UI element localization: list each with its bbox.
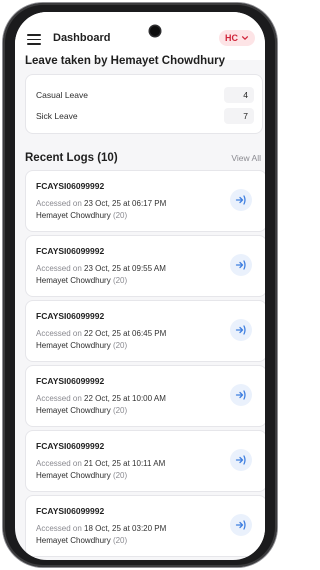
access-timestamp: 18 Oct, 25 at 03:20 PM: [84, 524, 167, 533]
device-code: FCAYSI06099992: [36, 246, 105, 256]
accessed-prefix: Accessed on: [36, 329, 85, 338]
accessed-on-text: Accessed on 23 Oct, 25 at 06:17 PM: [36, 199, 166, 208]
user-name-text: Hemayet Chowdhury (20): [36, 211, 127, 220]
leave-section-title: Leave taken by Hemayet Chowdhury: [25, 55, 226, 67]
phone-frame: Dashboard HC Leave taken by Hemayet Chow…: [3, 3, 277, 567]
accessed-on-text: Accessed on 22 Oct, 25 at 10:00 AM: [36, 394, 166, 403]
device-code: FCAYSI06099992: [36, 506, 105, 516]
leave-row-casual: Casual Leave 4: [36, 86, 254, 104]
log-card[interactable]: FCAYSI06099992 Accessed on 23 Oct, 25 at…: [25, 170, 265, 232]
user-name: Hemayet Chowdhury: [36, 341, 111, 350]
user-name-text: Hemayet Chowdhury (20): [36, 276, 127, 285]
accessed-on-text: Accessed on 21 Oct, 25 at 10:11 AM: [36, 459, 165, 468]
device-code: FCAYSI06099992: [36, 311, 105, 321]
accessed-prefix: Accessed on: [36, 524, 85, 533]
log-card[interactable]: FCAYSI06099992 Accessed on 18 Oct, 25 at…: [25, 495, 265, 557]
leave-row-sick: Sick Leave 7: [36, 107, 254, 125]
login-arrow-icon: [235, 390, 246, 400]
chevron-down-icon: [241, 36, 249, 40]
user-name: Hemayet Chowdhury: [36, 406, 111, 415]
recent-logs-title: Recent Logs (10): [25, 152, 118, 164]
log-card[interactable]: FCAYSI06099992 Accessed on 21 Oct, 25 at…: [25, 430, 265, 492]
access-timestamp: 21 Oct, 25 at 10:11 AM: [84, 459, 166, 468]
user-age: (20): [112, 471, 128, 480]
open-log-button[interactable]: [230, 384, 252, 406]
open-log-button[interactable]: [230, 189, 252, 211]
login-arrow-icon: [235, 325, 246, 335]
leave-summary-card: Casual Leave 4 Sick Leave 7: [25, 74, 263, 134]
page-title: Dashboard: [53, 32, 111, 44]
user-name: Hemayet Chowdhury: [36, 536, 111, 545]
device-code: FCAYSI06099992: [36, 441, 105, 451]
login-arrow-icon: [235, 195, 246, 205]
leave-count: 4: [224, 87, 254, 103]
accessed-prefix: Accessed on: [36, 199, 85, 208]
accessed-on-text: Accessed on 23 Oct, 25 at 09:55 AM: [36, 264, 166, 273]
user-age: (20): [112, 536, 128, 545]
leave-count: 7: [224, 108, 254, 124]
user-name-text: Hemayet Chowdhury (20): [36, 406, 127, 415]
login-arrow-icon: [235, 455, 246, 465]
leave-label: Sick Leave: [36, 111, 78, 121]
user-name: Hemayet Chowdhury: [36, 211, 111, 220]
access-timestamp: 22 Oct, 25 at 10:00 AM: [84, 394, 166, 403]
user-age: (20): [112, 276, 128, 285]
open-log-button[interactable]: [230, 254, 252, 276]
log-card[interactable]: FCAYSI06099992 Accessed on 22 Oct, 25 at…: [25, 300, 265, 362]
accessed-prefix: Accessed on: [36, 394, 85, 403]
hamburger-menu-icon[interactable]: [27, 34, 41, 45]
log-card[interactable]: FCAYSI06099992 Accessed on 23 Oct, 25 at…: [25, 235, 265, 297]
camera-cutout: [150, 26, 160, 36]
app-screen: Dashboard HC Leave taken by Hemayet Chow…: [15, 12, 265, 560]
device-code: FCAYSI06099992: [36, 181, 105, 191]
access-timestamp: 23 Oct, 25 at 09:55 AM: [84, 264, 166, 273]
user-age: (20): [112, 341, 128, 350]
device-code: FCAYSI06099992: [36, 376, 105, 386]
user-name: Hemayet Chowdhury: [36, 276, 111, 285]
user-age: (20): [112, 211, 128, 220]
user-name-text: Hemayet Chowdhury (20): [36, 341, 127, 350]
login-arrow-icon: [235, 260, 246, 270]
user-name-text: Hemayet Chowdhury (20): [36, 536, 127, 545]
open-log-button[interactable]: [230, 319, 252, 341]
login-arrow-icon: [235, 520, 246, 530]
accessed-on-text: Accessed on 22 Oct, 25 at 06:45 PM: [36, 329, 166, 338]
accessed-on-text: Accessed on 18 Oct, 25 at 03:20 PM: [36, 524, 166, 533]
user-name: Hemayet Chowdhury: [36, 471, 111, 480]
top-app-bar: Dashboard HC: [15, 12, 265, 60]
user-initials: HC: [225, 33, 238, 43]
open-log-button[interactable]: [230, 514, 252, 536]
leave-label: Casual Leave: [36, 90, 88, 100]
user-age: (20): [112, 406, 128, 415]
log-card[interactable]: FCAYSI06099992 Accessed on 22 Oct, 25 at…: [25, 365, 265, 427]
accessed-prefix: Accessed on: [36, 264, 85, 273]
open-log-button[interactable]: [230, 449, 252, 471]
view-all-link[interactable]: View All: [231, 153, 261, 163]
access-timestamp: 23 Oct, 25 at 06:17 PM: [84, 199, 167, 208]
user-avatar-chip[interactable]: HC: [219, 30, 255, 46]
user-name-text: Hemayet Chowdhury (20): [36, 471, 127, 480]
accessed-prefix: Accessed on: [36, 459, 85, 468]
access-timestamp: 22 Oct, 25 at 06:45 PM: [84, 329, 167, 338]
